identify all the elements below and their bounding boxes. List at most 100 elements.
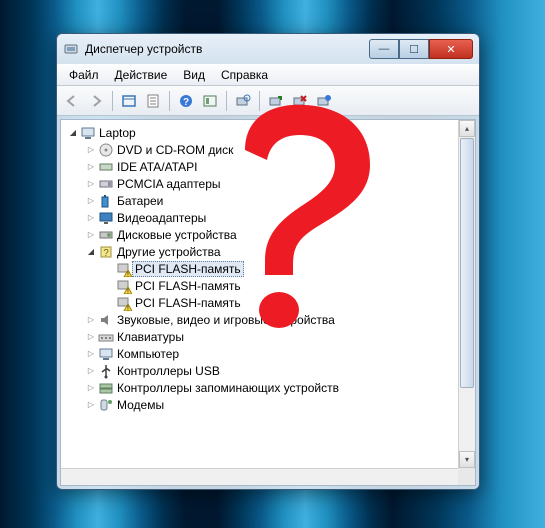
expander-icon[interactable] <box>85 161 97 173</box>
node-label: PCI FLASH-память <box>135 296 241 310</box>
tree-node-batteries[interactable]: Батареи <box>63 192 473 209</box>
toolbar: ? <box>57 86 479 116</box>
show-hide-button[interactable] <box>118 90 140 112</box>
tree-node-disks[interactable]: Дисковые устройства <box>63 226 473 243</box>
expander-icon[interactable] <box>85 399 97 411</box>
uninstall-button[interactable] <box>289 90 311 112</box>
computer-icon <box>98 346 114 362</box>
scroll-thumb[interactable] <box>460 138 474 388</box>
update-button[interactable] <box>265 90 287 112</box>
disk-icon <box>98 227 114 243</box>
node-label: Дисковые устройства <box>117 228 237 242</box>
menu-file[interactable]: Файл <box>61 66 107 84</box>
node-label: Контроллеры запоминающих устройств <box>117 381 339 395</box>
scrollbar-corner <box>458 468 475 485</box>
expander-icon[interactable] <box>85 348 97 360</box>
warning-device-icon: ! <box>116 278 132 294</box>
window-controls: — ☐ ✕ <box>369 39 473 59</box>
action-button[interactable] <box>199 90 221 112</box>
node-label: Батареи <box>117 194 163 208</box>
tree-node-ide[interactable]: IDE ATA/ATAPI <box>63 158 473 175</box>
svg-text:!: ! <box>127 305 129 311</box>
node-label: PCMCIA адаптеры <box>117 177 221 191</box>
battery-icon <box>98 193 114 209</box>
tree-node-keyboards[interactable]: Клавиатуры <box>63 328 473 345</box>
node-label: Контроллеры USB <box>117 364 220 378</box>
tree-node-dvd[interactable]: DVD и CD-ROM диск <box>63 141 473 158</box>
tree-node-computer[interactable]: Компьютер <box>63 345 473 362</box>
node-label: Компьютер <box>117 347 179 361</box>
window-title: Диспетчер устройств <box>85 42 369 56</box>
menu-help[interactable]: Справка <box>213 66 276 84</box>
pcmcia-icon <box>98 176 114 192</box>
menu-view[interactable]: Вид <box>175 66 213 84</box>
expander-icon[interactable] <box>85 246 97 258</box>
svg-text:?: ? <box>183 97 189 108</box>
tree-node-usb[interactable]: Контроллеры USB <box>63 362 473 379</box>
expander-icon[interactable] <box>85 365 97 377</box>
scroll-up-button[interactable]: ▴ <box>459 120 475 137</box>
node-label: Другие устройства <box>117 245 221 259</box>
expander-spacer <box>103 297 115 309</box>
keyboard-icon <box>98 329 114 345</box>
tree-node-pci1[interactable]: ! PCI FLASH-память <box>63 260 473 277</box>
device-tree[interactable]: Laptop DVD и CD-ROM диск IDE ATA/ATAPI P… <box>61 120 475 417</box>
app-icon <box>63 41 79 57</box>
expander-icon[interactable] <box>85 144 97 156</box>
minimize-button[interactable]: — <box>369 39 399 59</box>
tree-root[interactable]: Laptop <box>63 124 473 141</box>
node-label: Видеоадаптеры <box>117 211 206 225</box>
warning-device-icon: ! <box>116 295 132 311</box>
expander-icon[interactable] <box>85 212 97 224</box>
vertical-scrollbar[interactable]: ▴ ▾ <box>458 120 475 468</box>
node-label: Laptop <box>99 126 136 140</box>
node-label: PCI FLASH-память <box>132 261 244 277</box>
expander-icon[interactable] <box>85 229 97 241</box>
ide-icon <box>98 159 114 175</box>
back-button[interactable] <box>61 90 83 112</box>
speaker-icon <box>98 312 114 328</box>
forward-button[interactable] <box>85 90 107 112</box>
expander-icon[interactable] <box>85 178 97 190</box>
help-button[interactable]: ? <box>175 90 197 112</box>
tree-panel: Laptop DVD и CD-ROM диск IDE ATA/ATAPI P… <box>60 119 476 486</box>
scan-button[interactable] <box>232 90 254 112</box>
usb-icon <box>98 363 114 379</box>
tree-node-storage[interactable]: Контроллеры запоминающих устройств <box>63 379 473 396</box>
disc-icon <box>98 142 114 158</box>
tree-node-other[interactable]: ? Другие устройства <box>63 243 473 260</box>
horizontal-scrollbar[interactable] <box>61 468 458 485</box>
close-button[interactable]: ✕ <box>429 39 473 59</box>
node-label: DVD и CD-ROM диск <box>117 143 233 157</box>
node-label: IDE ATA/ATAPI <box>117 160 197 174</box>
tree-node-pci2[interactable]: ! PCI FLASH-память <box>63 277 473 294</box>
expander-spacer <box>103 280 115 292</box>
tree-node-audio[interactable]: Звуковые, видео и игровые устройства <box>63 311 473 328</box>
tree-node-modems[interactable]: Модемы <box>63 396 473 413</box>
warning-device-icon: ! <box>116 261 132 277</box>
node-label: Модемы <box>117 398 164 412</box>
display-icon <box>98 210 114 226</box>
expander-icon[interactable] <box>67 127 79 139</box>
expander-icon[interactable] <box>85 382 97 394</box>
menu-action[interactable]: Действие <box>107 66 176 84</box>
expander-icon[interactable] <box>85 314 97 326</box>
storage-icon <box>98 380 114 396</box>
titlebar[interactable]: Диспетчер устройств — ☐ ✕ <box>57 34 479 64</box>
tree-node-pcmcia[interactable]: PCMCIA адаптеры <box>63 175 473 192</box>
svg-text:!: ! <box>127 271 129 277</box>
svg-text:!: ! <box>127 288 129 294</box>
tree-node-video[interactable]: Видеоадаптеры <box>63 209 473 226</box>
node-label: Звуковые, видео и игровые устройства <box>117 313 335 327</box>
expander-spacer <box>103 263 115 275</box>
expander-icon[interactable] <box>85 195 97 207</box>
device-manager-window: Диспетчер устройств — ☐ ✕ Файл Действие … <box>56 33 480 490</box>
scroll-down-button[interactable]: ▾ <box>459 451 475 468</box>
tree-node-pci3[interactable]: ! PCI FLASH-память <box>63 294 473 311</box>
modem-icon <box>98 397 114 413</box>
properties-button[interactable] <box>142 90 164 112</box>
enable-button[interactable] <box>313 90 335 112</box>
expander-icon[interactable] <box>85 331 97 343</box>
maximize-button[interactable]: ☐ <box>399 39 429 59</box>
node-label: Клавиатуры <box>117 330 184 344</box>
